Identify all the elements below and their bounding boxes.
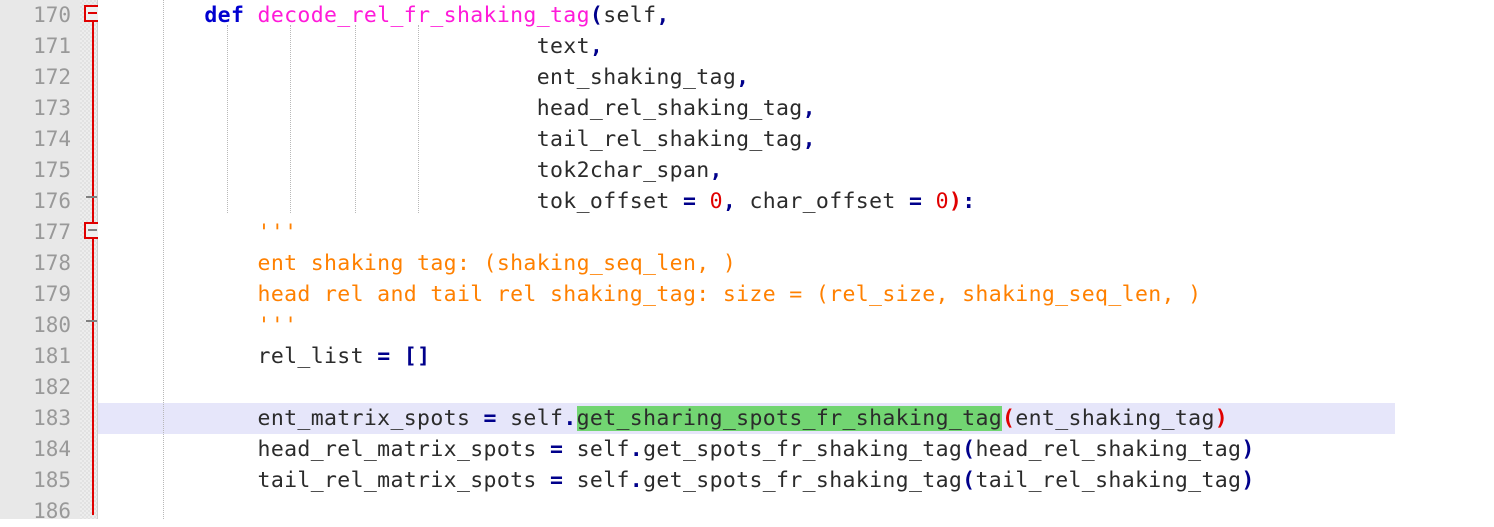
token-var-head-rel-matrix-spots: head_rel_matrix_spots	[257, 437, 537, 462]
token-var-ent-matrix-spots: ent_matrix_spots	[257, 406, 471, 431]
line-number: 182	[33, 375, 71, 399]
code-line-184[interactable]: head_rel_matrix_spots = self.get_spots_f…	[98, 434, 1494, 465]
token-docstring-close: '''	[257, 313, 298, 338]
token-param-char-offset: char_offset	[749, 189, 896, 214]
code-line-175[interactable]: tok2char_span,	[98, 155, 1494, 186]
token-docstring-text: ent shaking tag: (shaking_seq_len, )	[257, 251, 737, 276]
line-number: 177	[33, 220, 71, 244]
code-line-179[interactable]: head rel and tail rel shaking_tag: size …	[98, 279, 1494, 310]
token-self: self	[576, 468, 630, 493]
token-param-tok2char-span: tok2char_span	[536, 158, 710, 183]
token-param-tail-rel-shaking-tag: tail_rel_shaking_tag	[536, 127, 803, 152]
code-line-173[interactable]: head_rel_shaking_tag,	[98, 93, 1494, 124]
line-number: 180	[33, 313, 71, 337]
code-line-177[interactable]: '''	[98, 217, 1494, 248]
fold-region-end-tick	[86, 196, 97, 198]
token-method-get-spots: get_spots_fr_shaking_tag	[643, 468, 963, 493]
code-editor[interactable]: 170 171 172 173 174 175 176 177 178 179 …	[0, 0, 1494, 523]
line-number: 179	[33, 282, 71, 306]
line-number: 171	[33, 34, 71, 58]
code-line-170[interactable]: def decode_rel_fr_shaking_tag(self,	[98, 0, 1494, 31]
code-line-181[interactable]: rel_list = []	[98, 341, 1494, 372]
token-arg-head-rel-shaking-tag: head_rel_shaking_tag	[975, 437, 1242, 462]
code-line-174[interactable]: tail_rel_shaking_tag,	[98, 124, 1494, 155]
token-var-tail-rel-matrix-spots: tail_rel_matrix_spots	[257, 468, 537, 493]
line-number: 185	[33, 468, 71, 492]
token-param-tok-offset: tok_offset	[536, 189, 670, 214]
line-number: 178	[33, 251, 71, 275]
token-arg-tail-rel-shaking-tag: tail_rel_shaking_tag	[975, 468, 1242, 493]
token-param-self: self	[603, 3, 657, 28]
line-number: 174	[33, 127, 71, 151]
token-arg-ent-shaking-tag: ent_shaking_tag	[1015, 406, 1215, 431]
line-number-gutter[interactable]: 170 171 172 173 174 175 176 177 178 179 …	[0, 0, 81, 523]
code-line-178[interactable]: ent shaking tag: (shaking_seq_len, )	[98, 248, 1494, 279]
code-line-180[interactable]: '''	[98, 310, 1494, 341]
line-number: 172	[33, 65, 71, 89]
fold-scope-line	[92, 15, 94, 515]
token-var-rel-list: rel_list	[257, 344, 364, 369]
line-number: 183	[33, 406, 71, 430]
token-docstring-open: '''	[257, 220, 298, 245]
fold-region-end-tick	[86, 320, 97, 322]
token-default-0: 0	[709, 189, 723, 214]
code-folding-gutter[interactable]	[80, 0, 98, 519]
code-line-171[interactable]: text,	[98, 31, 1494, 62]
token-method-get-spots: get_spots_fr_shaking_tag	[643, 437, 963, 462]
line-number: 181	[33, 344, 71, 368]
token-keyword-def: def	[204, 3, 245, 28]
code-line-183[interactable]: ent_matrix_spots = self.get_sharing_spot…	[98, 403, 1494, 434]
line-number: 186	[33, 499, 71, 523]
token-self: self	[576, 437, 630, 462]
token-param-head-rel-shaking-tag: head_rel_shaking_tag	[536, 96, 803, 121]
fold-minus-icon	[88, 12, 97, 14]
token-empty-list: []	[403, 344, 431, 369]
code-line-185[interactable]: tail_rel_matrix_spots = self.get_spots_f…	[98, 465, 1494, 496]
token-param-ent-shaking-tag: ent_shaking_tag	[536, 65, 737, 90]
code-line-172[interactable]: ent_shaking_tag,	[98, 62, 1494, 93]
code-content-area[interactable]: def decode_rel_fr_shaking_tag(self, text…	[98, 0, 1494, 519]
line-number: 176	[33, 189, 71, 213]
selected-method-name[interactable]: get_sharing_spots_fr_shaking_tag	[576, 406, 1003, 431]
line-number: 175	[33, 158, 71, 182]
token-self: self	[510, 406, 564, 431]
code-line-176[interactable]: tok_offset = 0, char_offset = 0):	[98, 186, 1494, 217]
token-default-0: 0	[935, 189, 949, 214]
token-param-text: text	[536, 34, 590, 59]
line-number: 184	[33, 437, 71, 461]
fold-minus-icon	[88, 229, 97, 231]
code-lines[interactable]: def decode_rel_fr_shaking_tag(self, text…	[98, 0, 1494, 527]
code-line-182[interactable]	[98, 372, 1494, 403]
line-number: 170	[33, 3, 71, 27]
line-number: 173	[33, 96, 71, 120]
token-function-name: decode_rel_fr_shaking_tag	[257, 3, 590, 28]
token-docstring-text: head rel and tail rel shaking_tag: size …	[257, 282, 1202, 307]
code-line-186[interactable]	[98, 496, 1494, 527]
